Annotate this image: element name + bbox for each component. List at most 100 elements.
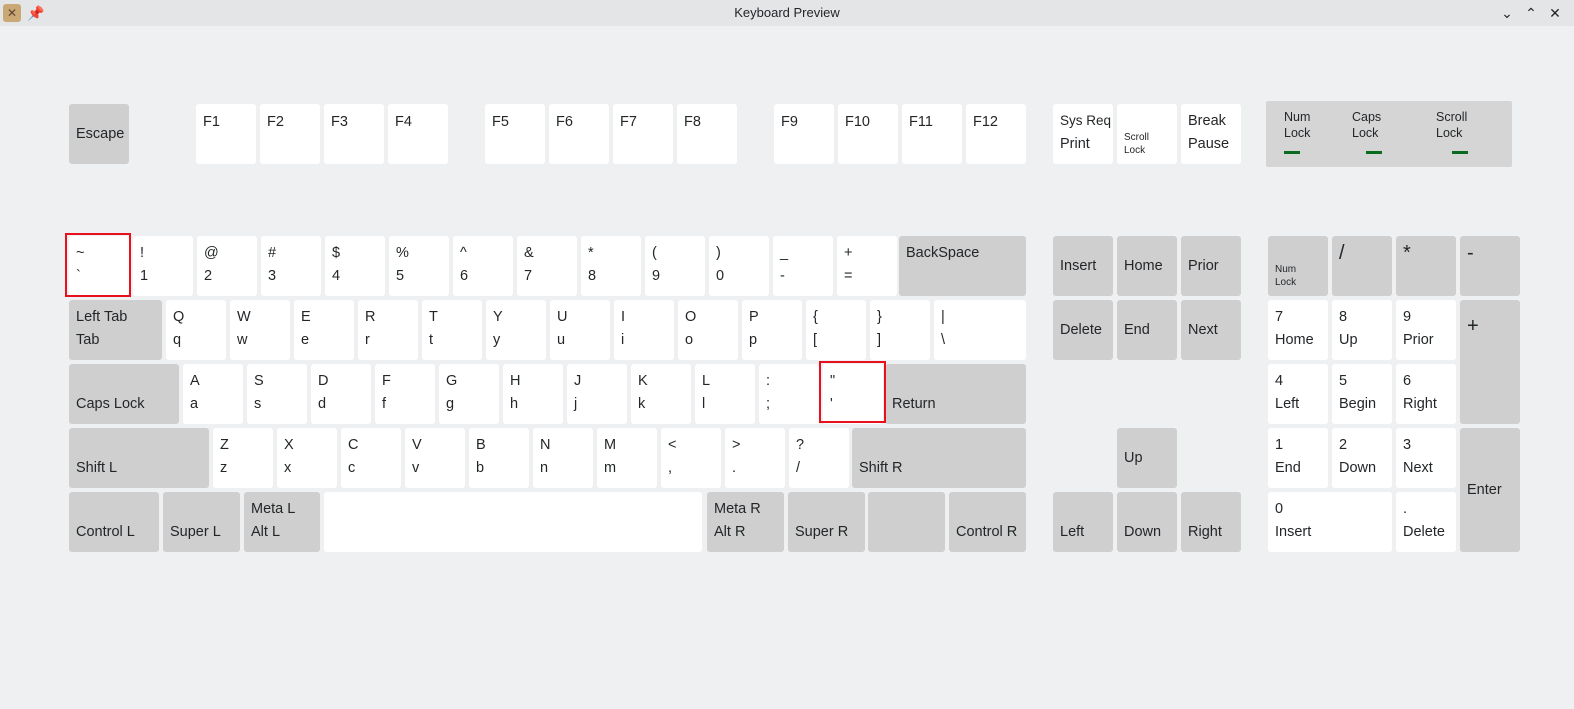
key-minus[interactable]: _ -: [773, 236, 833, 296]
key-4[interactable]: $4: [325, 236, 385, 296]
key-y[interactable]: Yy: [486, 300, 546, 360]
key-r[interactable]: Rr: [358, 300, 418, 360]
key-grave[interactable]: ~ `: [69, 236, 129, 296]
key-f12[interactable]: F12: [966, 104, 1026, 164]
key-down[interactable]: Down: [1117, 492, 1177, 552]
key-right[interactable]: Right: [1181, 492, 1241, 552]
key-tab[interactable]: Left Tab Tab: [69, 300, 162, 360]
key-3[interactable]: #3: [261, 236, 321, 296]
key-kp-enter[interactable]: Enter: [1460, 428, 1520, 552]
key-kp-1[interactable]: 1 End: [1268, 428, 1328, 488]
key-insert[interactable]: Insert: [1053, 236, 1113, 296]
key-super-l[interactable]: Super L: [163, 492, 240, 552]
key-kp-dot[interactable]: . Delete: [1396, 492, 1456, 552]
key-f4[interactable]: F4: [388, 104, 448, 164]
key-n[interactable]: Nn: [533, 428, 593, 488]
key-meta-r[interactable]: Meta R Alt R: [707, 492, 784, 552]
key-p[interactable]: Pp: [742, 300, 802, 360]
key-h[interactable]: Hh: [503, 364, 563, 424]
key-f7[interactable]: F7: [613, 104, 673, 164]
key-0[interactable]: ) 0: [709, 236, 769, 296]
key-caps-lock[interactable]: Caps Lock: [69, 364, 179, 424]
key-q[interactable]: Qq: [166, 300, 226, 360]
key-kp-plus[interactable]: +: [1460, 300, 1520, 424]
key-m[interactable]: Mm: [597, 428, 657, 488]
key-left[interactable]: Left: [1053, 492, 1113, 552]
key-menu[interactable]: [868, 492, 945, 552]
key-e[interactable]: Ee: [294, 300, 354, 360]
key-quote[interactable]: " ': [823, 364, 883, 424]
key-w[interactable]: Ww: [230, 300, 290, 360]
key-b[interactable]: Bb: [469, 428, 529, 488]
key-o[interactable]: Oo: [678, 300, 738, 360]
key-slash[interactable]: ? /: [789, 428, 849, 488]
key-home[interactable]: Home: [1117, 236, 1177, 296]
key-5[interactable]: % 5: [389, 236, 449, 296]
key-f5[interactable]: F5: [485, 104, 545, 164]
key-return[interactable]: Return: [885, 364, 1026, 424]
key-d[interactable]: Dd: [311, 364, 371, 424]
key-f3[interactable]: F3: [324, 104, 384, 164]
key-sysreq[interactable]: Sys Req Print: [1053, 104, 1113, 164]
key-f11[interactable]: F11: [902, 104, 962, 164]
key-break[interactable]: Break Pause: [1181, 104, 1241, 164]
key-1[interactable]: ! 1: [133, 236, 193, 296]
key-6[interactable]: ^ 6: [453, 236, 513, 296]
key-f2[interactable]: F2: [260, 104, 320, 164]
key-f[interactable]: Ff: [375, 364, 435, 424]
key-kp-9[interactable]: 9 Prior: [1396, 300, 1456, 360]
key-i[interactable]: Ii: [614, 300, 674, 360]
key-kp-multiply[interactable]: *: [1396, 236, 1456, 296]
key-comma[interactable]: <,: [661, 428, 721, 488]
key-semicolon[interactable]: :;: [759, 364, 819, 424]
key-f8[interactable]: F8: [677, 104, 737, 164]
key-f10[interactable]: F10: [838, 104, 898, 164]
key-kp-4[interactable]: 4 Left: [1268, 364, 1328, 424]
key-2[interactable]: @2: [197, 236, 257, 296]
key-f6[interactable]: F6: [549, 104, 609, 164]
key-escape[interactable]: Escape: [69, 104, 129, 164]
key-lbracket[interactable]: {[: [806, 300, 866, 360]
key-s[interactable]: Ss: [247, 364, 307, 424]
key-backspace[interactable]: BackSpace: [899, 236, 1026, 296]
key-rbracket[interactable]: }]: [870, 300, 930, 360]
key-k[interactable]: Kk: [631, 364, 691, 424]
key-x[interactable]: Xx: [277, 428, 337, 488]
key-j[interactable]: Jj: [567, 364, 627, 424]
key-kp-3[interactable]: 3 Next: [1396, 428, 1456, 488]
key-kp-minus[interactable]: -: [1460, 236, 1520, 296]
close-icon[interactable]: ✕: [1545, 3, 1565, 23]
key-u[interactable]: Uu: [550, 300, 610, 360]
key-8[interactable]: * 8: [581, 236, 641, 296]
key-l[interactable]: Ll: [695, 364, 755, 424]
key-end[interactable]: End: [1117, 300, 1177, 360]
key-shift-l[interactable]: Shift L: [69, 428, 209, 488]
key-next[interactable]: Next: [1181, 300, 1241, 360]
key-scroll-lock[interactable]: Scroll Lock: [1117, 104, 1177, 164]
key-period[interactable]: >.: [725, 428, 785, 488]
key-kp-2[interactable]: 2 Down: [1332, 428, 1392, 488]
key-g[interactable]: Gg: [439, 364, 499, 424]
key-v[interactable]: Vv: [405, 428, 465, 488]
key-meta-l[interactable]: Meta L Alt L: [244, 492, 320, 552]
key-kp-8[interactable]: 8 Up: [1332, 300, 1392, 360]
key-equal[interactable]: + =: [837, 236, 897, 296]
key-shift-r[interactable]: Shift R: [852, 428, 1026, 488]
key-delete[interactable]: Delete: [1053, 300, 1113, 360]
key-control-r[interactable]: Control R: [949, 492, 1026, 552]
key-space[interactable]: [324, 492, 702, 552]
key-z[interactable]: Zz: [213, 428, 273, 488]
key-control-l[interactable]: Control L: [69, 492, 159, 552]
key-prior[interactable]: Prior: [1181, 236, 1241, 296]
key-super-r[interactable]: Super R: [788, 492, 865, 552]
key-c[interactable]: Cc: [341, 428, 401, 488]
key-a[interactable]: Aa: [183, 364, 243, 424]
key-t[interactable]: Tt: [422, 300, 482, 360]
key-9[interactable]: (9: [645, 236, 705, 296]
key-f9[interactable]: F9: [774, 104, 834, 164]
key-kp-5[interactable]: 5 Begin: [1332, 364, 1392, 424]
key-kp-numlock[interactable]: Num Lock: [1268, 236, 1328, 296]
key-kp-0[interactable]: 0 Insert: [1268, 492, 1392, 552]
key-kp-divide[interactable]: /: [1332, 236, 1392, 296]
key-f1[interactable]: F1: [196, 104, 256, 164]
